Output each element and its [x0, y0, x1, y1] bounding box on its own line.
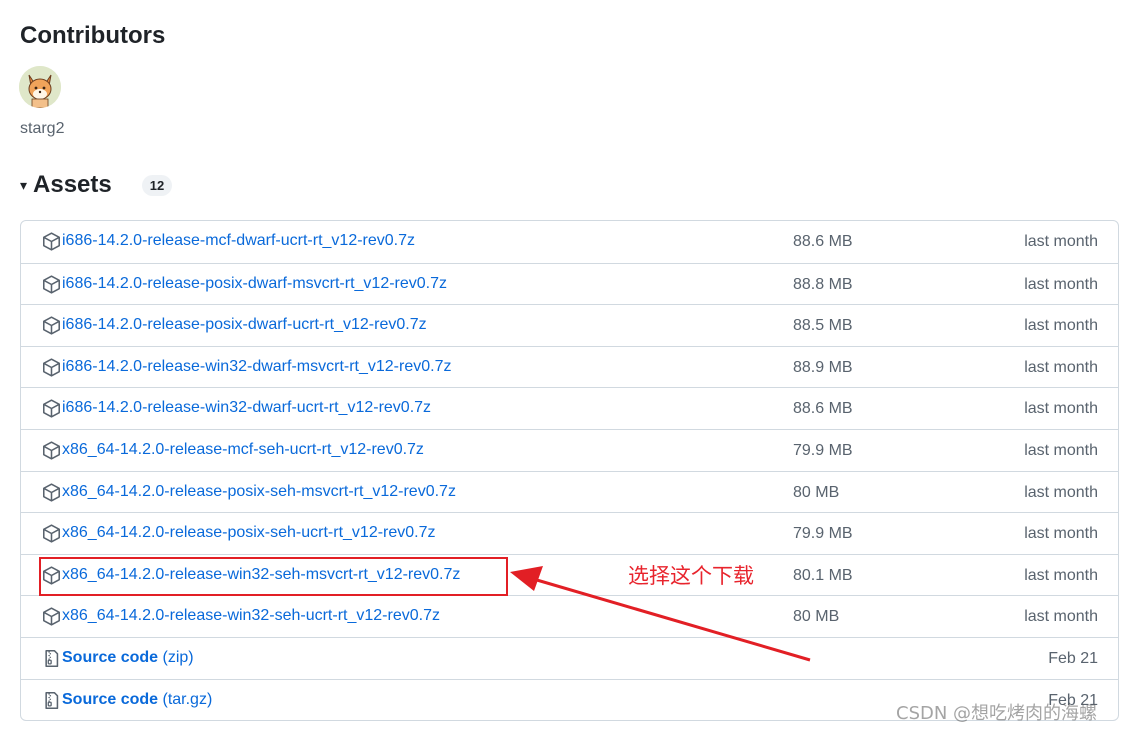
watermark: CSDN @想吃烤肉的海螺 [896, 703, 1098, 724]
annotation-label: 选择这个下载 [628, 564, 754, 588]
annotation-arrow [510, 566, 811, 662]
